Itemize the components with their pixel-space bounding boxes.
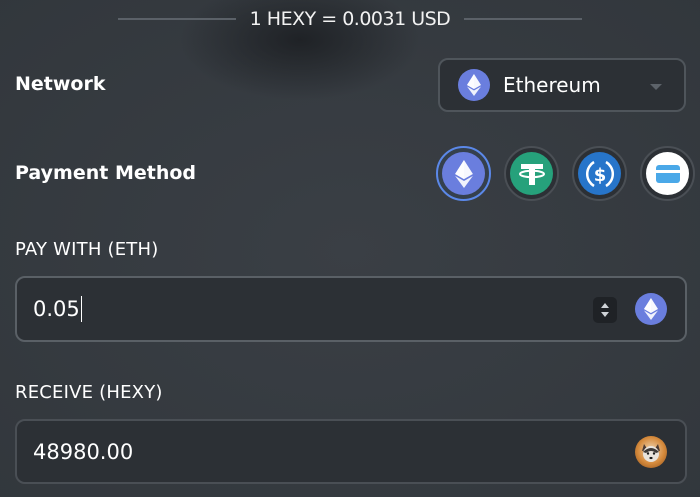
- hexy-token-icon: [635, 436, 667, 468]
- stepper-down-icon[interactable]: [601, 312, 609, 317]
- text-cursor: [80, 296, 83, 322]
- network-select[interactable]: Ethereum: [438, 58, 686, 112]
- payment-option-eth[interactable]: [436, 146, 491, 201]
- receive-label: RECEIVE (HEXY): [15, 382, 163, 403]
- payment-option-card[interactable]: [640, 146, 695, 201]
- payment-option-usdt[interactable]: [504, 146, 559, 201]
- amount-stepper[interactable]: [593, 297, 617, 323]
- svg-text:$: $: [593, 165, 606, 186]
- pay-amount-field[interactable]: 0.05: [15, 276, 687, 342]
- rate-divider-left: [117, 18, 236, 20]
- network-label: Network: [15, 73, 106, 95]
- receive-amount-field: 48980.00: [15, 419, 687, 484]
- ethereum-icon: [458, 69, 490, 101]
- chevron-down-icon: [650, 84, 662, 90]
- pay-with-label: PAY WITH (ETH): [15, 239, 159, 260]
- payment-method-label: Payment Method: [15, 162, 197, 184]
- rate-header: 1 HEXY = 0.0031 USD: [0, 0, 700, 38]
- usdc-icon: $: [578, 152, 621, 195]
- payment-method-options: $: [436, 146, 695, 201]
- receive-amount-value: 48980.00: [33, 439, 134, 464]
- card-icon: [646, 152, 689, 195]
- rate-divider-right: [464, 18, 583, 20]
- eth-icon: [442, 152, 485, 195]
- usdt-icon: [510, 152, 553, 195]
- stepper-up-icon[interactable]: [601, 303, 609, 308]
- network-selected-value: Ethereum: [503, 73, 601, 97]
- pay-amount-value[interactable]: 0.05: [33, 297, 80, 321]
- payment-option-usdc[interactable]: $: [572, 146, 627, 201]
- eth-currency-icon: [635, 293, 667, 325]
- exchange-rate-text: 1 HEXY = 0.0031 USD: [249, 8, 451, 30]
